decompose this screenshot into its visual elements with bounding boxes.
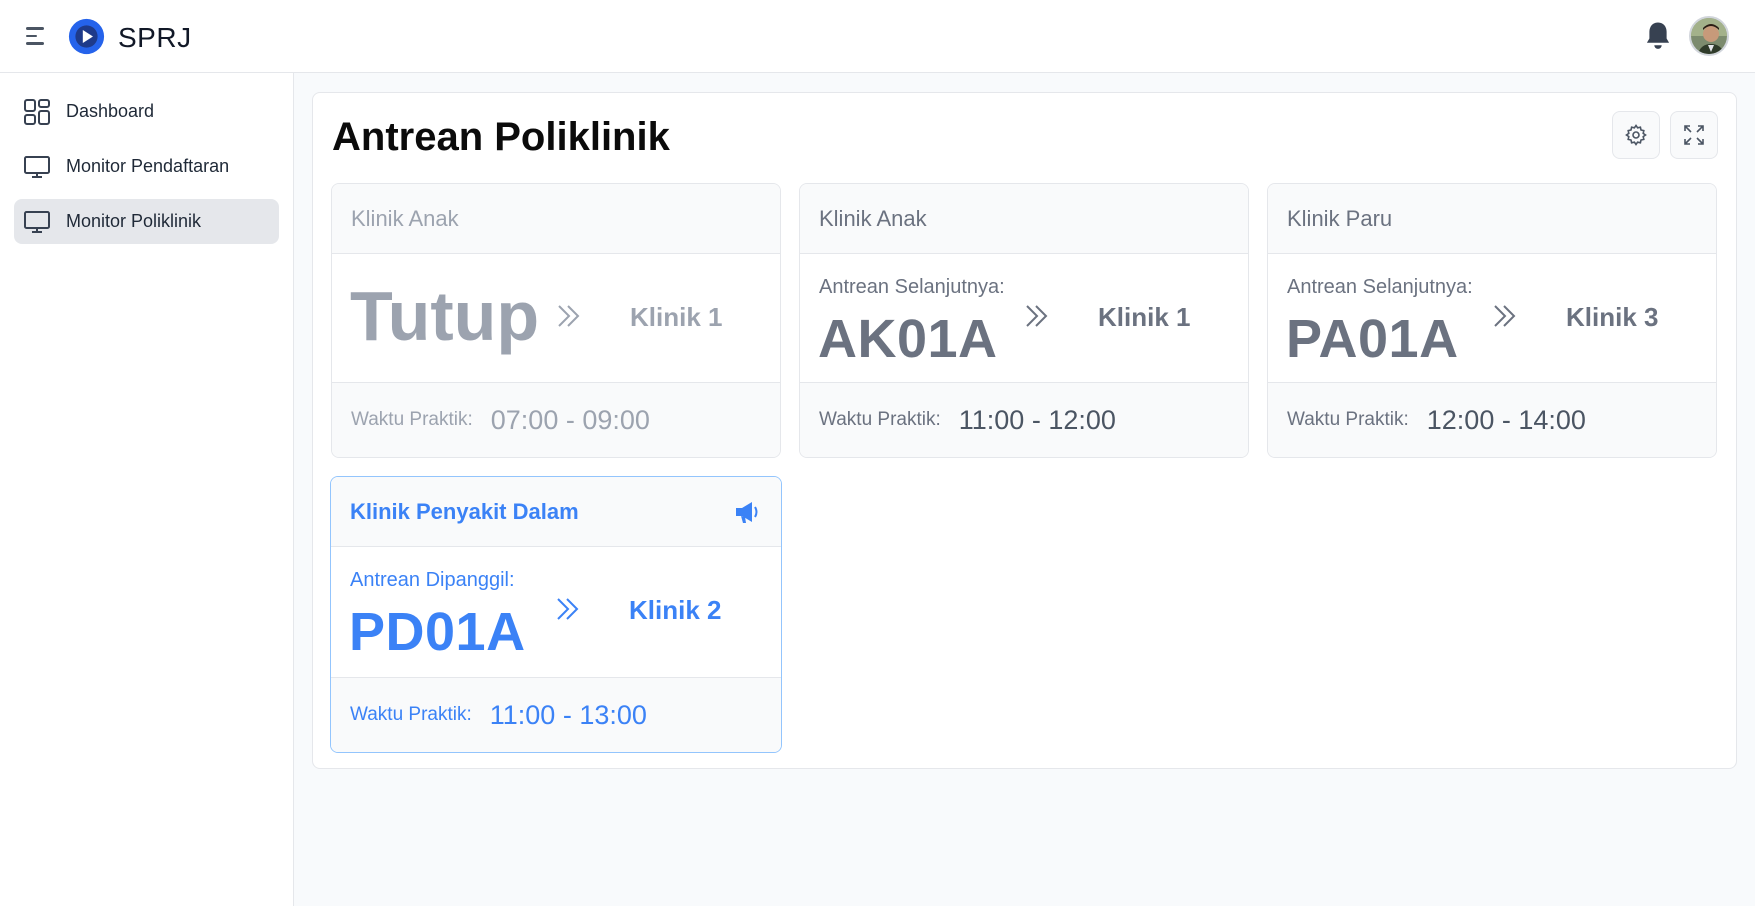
- queue-label: Antrean Selanjutnya:: [1287, 276, 1473, 298]
- clinic-name-text: Klinik Penyakit Dalam: [350, 498, 579, 524]
- card-body: Antrean Dipanggil: PD01A Klinik 2: [331, 547, 781, 675]
- page-title: Antrean Poliklinik: [332, 115, 670, 159]
- sidebar-item-label: Dashboard: [66, 101, 155, 121]
- card-footer: Waktu Praktik: 11:00 - 13:00: [331, 677, 781, 752]
- hamburger-icon[interactable]: [26, 27, 46, 47]
- monitor-icon: [23, 153, 51, 181]
- sidebar-item-label: Monitor Pendaftaran: [66, 156, 230, 176]
- clinic-name: Klinik Paru: [1268, 184, 1716, 254]
- gear-icon: [1625, 124, 1647, 146]
- megaphone-icon[interactable]: [733, 498, 761, 526]
- practice-time: 11:00 - 12:00: [958, 404, 1116, 435]
- double-chevron-right-icon: [558, 305, 580, 327]
- sidebar-item-dashboard[interactable]: Dashboard: [14, 89, 279, 134]
- practice-time: 12:00 - 14:00: [1426, 404, 1586, 435]
- clinic-card[interactable]: Klinik Paru Antrean Selanjutnya: PA01A K…: [1267, 183, 1717, 458]
- room-name: Klinik 1: [1098, 302, 1191, 332]
- clinic-name: Klinik Anak: [332, 184, 780, 254]
- card-body: Tutup Klinik 1: [332, 254, 780, 382]
- monitor-icon: [23, 208, 51, 236]
- queue-panel: Antrean Poliklinik Klinik Anak Tutup Kli…: [312, 92, 1737, 769]
- room-name: Klinik 3: [1566, 302, 1659, 332]
- sidebar-item-label: Monitor Poliklinik: [66, 211, 202, 231]
- fullscreen-button[interactable]: [1670, 111, 1718, 159]
- clinic-card-called[interactable]: Klinik Penyakit Dalam Antrean Dipanggil:…: [330, 476, 782, 753]
- top-bar: SPRJ: [0, 0, 1755, 73]
- sidebar: Dashboard Monitor Pendaftaran Monitor Po…: [0, 73, 294, 906]
- time-label: Waktu Praktik:: [1287, 409, 1409, 430]
- settings-button[interactable]: [1612, 111, 1660, 159]
- queue-number: AK01A: [818, 309, 998, 369]
- card-footer: Waktu Praktik: 07:00 - 09:00: [332, 382, 780, 457]
- grid-icon: [23, 98, 51, 126]
- card-footer: Waktu Praktik: 11:00 - 12:00: [800, 382, 1248, 457]
- clinic-card[interactable]: Klinik Anak Antrean Selanjutnya: AK01A K…: [799, 183, 1249, 458]
- closed-status: Tutup: [350, 277, 540, 355]
- time-label: Waktu Praktik:: [351, 409, 473, 430]
- card-footer: Waktu Praktik: 12:00 - 14:00: [1268, 382, 1716, 457]
- double-chevron-right-icon: [1026, 305, 1048, 327]
- time-label: Waktu Praktik:: [350, 704, 472, 725]
- time-label: Waktu Praktik:: [819, 409, 941, 430]
- sidebar-item-monitor-pendaftaran[interactable]: Monitor Pendaftaran: [14, 144, 279, 189]
- practice-time: 11:00 - 13:00: [489, 699, 647, 730]
- card-body: Antrean Selanjutnya: PA01A Klinik 3: [1268, 254, 1716, 382]
- queue-number: PD01A: [349, 602, 526, 662]
- queue-label: Antrean Selanjutnya:: [819, 276, 1005, 298]
- practice-time: 07:00 - 09:00: [490, 404, 650, 435]
- clinic-card[interactable]: Klinik Anak Tutup Klinik 1 Waktu Praktik…: [331, 183, 781, 458]
- avatar-image: [1691, 18, 1727, 54]
- queue-number: PA01A: [1286, 309, 1459, 369]
- play-logo-icon[interactable]: [68, 18, 105, 55]
- sidebar-item-monitor-poliklinik[interactable]: Monitor Poliklinik: [14, 199, 279, 244]
- app-brand[interactable]: SPRJ: [118, 22, 192, 54]
- queue-label: Antrean Dipanggil:: [350, 569, 515, 591]
- room-name: Klinik 2: [629, 595, 722, 625]
- room-name: Klinik 1: [630, 302, 723, 332]
- clinic-name: Klinik Anak: [800, 184, 1248, 254]
- expand-icon: [1684, 125, 1704, 145]
- clinic-name: Klinik Penyakit Dalam: [331, 477, 781, 547]
- card-body: Antrean Selanjutnya: AK01A Klinik 1: [800, 254, 1248, 382]
- user-avatar[interactable]: [1689, 16, 1729, 56]
- bell-icon[interactable]: [1643, 20, 1673, 52]
- double-chevron-right-icon: [557, 598, 579, 620]
- double-chevron-right-icon: [1494, 305, 1516, 327]
